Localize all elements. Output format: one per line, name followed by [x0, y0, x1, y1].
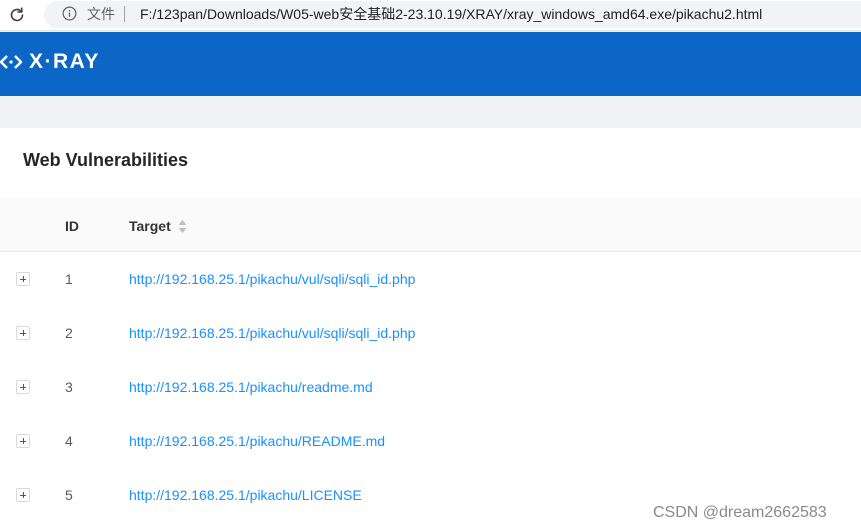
column-header-target[interactable]: Target	[129, 218, 171, 234]
file-scheme-label: 文件	[87, 6, 115, 22]
row-target-link[interactable]: http://192.168.25.1/pikachu/LICENSE	[129, 487, 362, 503]
xray-logo-icon	[0, 55, 23, 69]
table-row: 4 http://192.168.25.1/pikachu/README.md	[0, 414, 861, 469]
info-icon[interactable]	[62, 6, 77, 21]
row-id: 2	[65, 325, 73, 341]
row-id: 3	[65, 379, 73, 395]
column-header-id: ID	[65, 218, 79, 234]
expand-row-button[interactable]	[16, 326, 30, 340]
url-text[interactable]: F:/123pan/Downloads/W05-web安全基础2-23.10.1…	[140, 6, 762, 22]
brand-name[interactable]: X·RAY	[29, 50, 100, 74]
expand-row-button[interactable]	[16, 380, 30, 394]
omnibox-divider	[124, 6, 125, 22]
card-title: Web Vulnerabilities	[23, 150, 189, 170]
table-row: 2 http://192.168.25.1/pikachu/vul/sqli/s…	[0, 306, 861, 361]
app-header	[0, 32, 861, 96]
expand-row-button[interactable]	[16, 434, 30, 448]
row-id: 4	[65, 433, 73, 449]
row-target-link[interactable]: http://192.168.25.1/pikachu/vul/sqli/sql…	[129, 271, 415, 287]
expand-row-button[interactable]	[16, 488, 30, 502]
table-row: 3 http://192.168.25.1/pikachu/readme.md	[0, 360, 861, 415]
sort-icon[interactable]	[178, 220, 187, 233]
table-row: 1 http://192.168.25.1/pikachu/vul/sqli/s…	[0, 252, 861, 307]
expand-row-button[interactable]	[16, 272, 30, 286]
row-id: 1	[65, 271, 73, 287]
row-target-link[interactable]: http://192.168.25.1/pikachu/readme.md	[129, 379, 373, 395]
reload-icon[interactable]	[7, 5, 27, 25]
row-target-link[interactable]: http://192.168.25.1/pikachu/vul/sqli/sql…	[129, 325, 415, 341]
row-id: 5	[65, 487, 73, 503]
row-target-link[interactable]: http://192.168.25.1/pikachu/README.md	[129, 433, 385, 449]
csdn-watermark: CSDN @dream2662583	[653, 504, 827, 521]
